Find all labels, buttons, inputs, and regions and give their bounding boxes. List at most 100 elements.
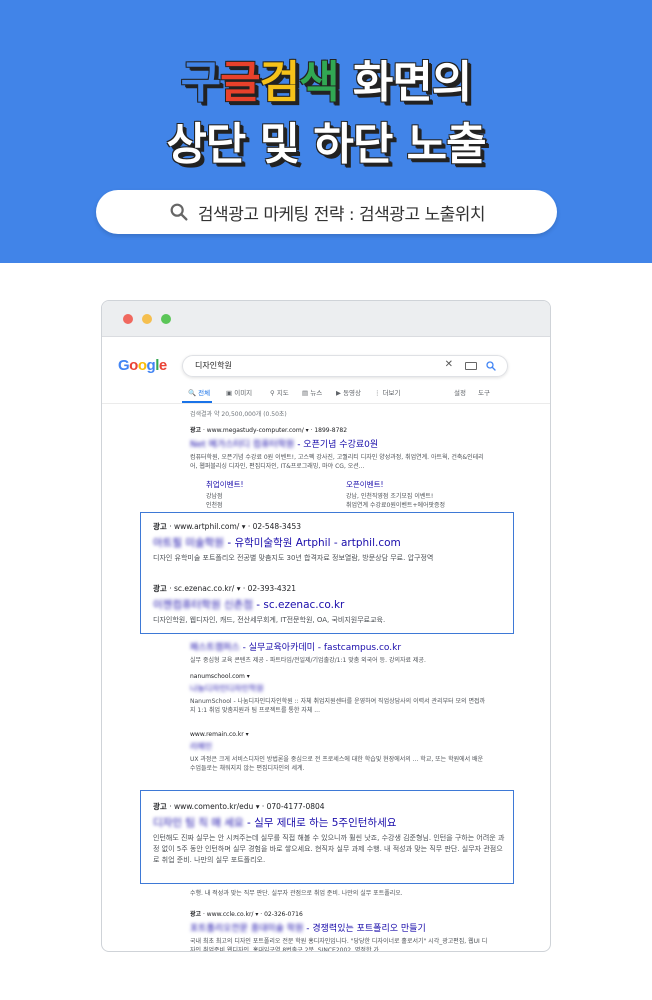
tab-images-label: 이미지 xyxy=(234,389,253,397)
hero-title-char-geul: 글 xyxy=(220,57,260,108)
sitelink-title: 취업이벤트! xyxy=(206,480,244,489)
hero-banner: 구글검색 화면의 상단 및 하단 노출 검색광고 마케팅 전략 : 검색광고 노… xyxy=(0,0,652,263)
ad-url-line: 광고 · sc.ezenac.co.kr/ ▾ · 02-393-4321 xyxy=(153,584,296,593)
result-url[interactable]: www.remain.co.kr ▾ xyxy=(190,731,490,738)
result-url[interactable]: nanumschool.com ▾ xyxy=(190,673,490,680)
result-title-text: - 실무교육아카데미 - fastcampus.co.kr xyxy=(242,643,402,653)
search-result-ad-ccle: 광고 · www.ccle.co.kr/ ▾ · 02-326-0716 포트폴… xyxy=(190,909,490,952)
result-title-text: - 유학미술학원 Artphil - artphil.com xyxy=(227,537,401,549)
search-icon[interactable] xyxy=(485,360,497,372)
ad-url[interactable]: www.ccle.co.kr/ xyxy=(207,911,254,918)
tab-more[interactable]: ⋮ 더보기 xyxy=(374,387,401,397)
search-icon xyxy=(170,203,188,221)
result-description: 수행. 내 적성과 맞는 직무 판단. 실무자 관점으로 취업 준비. 나만의 … xyxy=(190,890,403,897)
result-title-text: - 경쟁력있는 포트폴리오 만들기 xyxy=(306,924,426,934)
result-title[interactable]: 포트폴리오전문 홍대미술 학원 - 경쟁력있는 포트폴리오 만들기 xyxy=(190,921,490,934)
ad-url-line: 광고 · www.artphil.com/ ▾ · 02-548-3453 xyxy=(153,522,301,531)
result-title-blurred: 포트폴리오전문 홍대미술 학원 xyxy=(190,924,304,934)
tab-videos[interactable]: ▶ 동영상 xyxy=(336,387,361,397)
search-result-overflow-line: 수행. 내 적성과 맞는 직무 판단. 실무자 관점으로 취업 준비. 나만의 … xyxy=(190,886,490,898)
browser-title-bar xyxy=(102,301,550,337)
ad-phone[interactable]: 02-548-3453 xyxy=(253,522,301,531)
ad-url-line: 광고 · www.ccle.co.kr/ ▾ · 02-326-0716 xyxy=(190,911,303,918)
google-logo-letter: G xyxy=(118,357,130,374)
result-title[interactable]: 이젠컴퓨터학원 신촌점 - sc.ezenac.co.kr xyxy=(153,597,509,612)
result-title[interactable]: 나눔디자인디자인학원 xyxy=(190,683,490,694)
tab-maps-label: 지도 xyxy=(276,389,289,397)
tab-all[interactable]: 🔍 전체 xyxy=(188,387,210,397)
ad-url[interactable]: www.comento.kr/edu xyxy=(174,802,253,811)
hero-title-rest: 화면의 xyxy=(338,57,472,108)
result-title-blurred: Net 메가스터디 컴퓨터학원 xyxy=(190,440,295,450)
ad-phone[interactable]: 02-326-0716 xyxy=(264,911,303,918)
result-description: 실무 중심형 교육 콘텐츠 제공 - 파트타임/전일제/기업출강/1:1 맞춤 … xyxy=(190,657,426,664)
tab-maps[interactable]: ⚲ 지도 xyxy=(270,387,289,397)
hero-search-text: 검색광고 마케팅 전략 : 검색광고 노출위치 xyxy=(197,204,486,225)
sitelink-job-event[interactable]: 취업이벤트! 강남점 인천점 xyxy=(206,479,356,510)
result-title-blurred: 이젠컴퓨터학원 신촌점 xyxy=(153,599,253,611)
tab-images[interactable]: ▣ 이미지 xyxy=(226,387,252,397)
google-logo[interactable]: Google xyxy=(118,357,167,374)
tab-tools[interactable]: 도구 xyxy=(478,387,490,397)
result-title-blurred: 나눔디자인디자인학원 xyxy=(190,684,264,693)
result-title[interactable]: 아트필 미술학원 - 유학미술학원 Artphil - artphil.com xyxy=(153,535,509,550)
result-title-blurred: 아트필 미술학원 xyxy=(153,537,224,549)
hero-title-char-geom: 검 xyxy=(259,57,300,108)
google-logo-letter: o xyxy=(137,357,147,374)
keyboard-icon[interactable] xyxy=(465,362,477,370)
ad-label: 광고 xyxy=(153,584,167,593)
ad-label: 광고 xyxy=(153,802,167,811)
result-stats: 검색결과 약 20,500,000개 (0.50초) xyxy=(190,411,287,418)
ad-phone[interactable]: 02-393-4321 xyxy=(248,584,296,593)
maximize-window-dot[interactable] xyxy=(161,314,171,324)
browser-window: Google 디자인학원 ✕ 🔍 전체 ▣ 이미지 ⚲ 지도 ▤ 뉴스 ▶ 동영… xyxy=(101,300,551,952)
result-description: 디자인학원, 웹디자인, 캐드, 전산세무회계, IT전문학원, OA, 국비지… xyxy=(153,616,386,624)
ad-phone[interactable]: 070-4177-0804 xyxy=(267,802,325,811)
clear-icon[interactable]: ✕ xyxy=(445,359,453,370)
hero-title-line1: 구글검색 화면의 xyxy=(0,46,652,110)
tab-settings[interactable]: 설정 xyxy=(454,387,466,397)
sitelink-line: 강남, 인천직영점 조기모집 이벤트! xyxy=(346,493,434,500)
search-result-ad-artphil: 광고 · www.artphil.com/ ▾ · 02-548-3453 아트… xyxy=(153,521,509,564)
highlight-box-top-ads: 광고 · www.artphil.com/ ▾ · 02-548-3453 아트… xyxy=(140,512,514,634)
result-title[interactable]: 패스트캠퍼스 - 실무교육아카데미 - fastcampus.co.kr xyxy=(190,640,490,653)
ad-url[interactable]: sc.ezenac.co.kr/ xyxy=(174,584,234,593)
ad-url[interactable]: www.artphil.com/ xyxy=(174,522,239,531)
result-title[interactable]: 디자인 팀 직 매 세요 - 실무 제대로 하는 5주인턴하세요 xyxy=(153,815,509,830)
hero-title-char-gu: 구 xyxy=(180,57,221,108)
result-title-text: - sc.ezenac.co.kr xyxy=(256,599,345,611)
ad-label: 광고 xyxy=(153,522,167,531)
search-result-nanumschool: nanumschool.com ▾ 나눔디자인디자인학원 NanumSchool… xyxy=(190,673,490,715)
search-result-ad-comento: 광고 · www.comento.kr/edu ▾ · 070-4177-080… xyxy=(153,801,509,866)
ad-url[interactable]: www.megastudy-computer.com/ xyxy=(207,427,304,434)
ad-phone[interactable]: 1899-8782 xyxy=(314,427,347,434)
tab-news[interactable]: ▤ 뉴스 xyxy=(302,387,322,397)
hero-title-char-saek: 색 xyxy=(299,57,339,108)
result-title[interactable]: 리메인 xyxy=(190,741,490,752)
search-result-ad-ezenac: 광고 · sc.ezenac.co.kr/ ▾ · 02-393-4321 이젠… xyxy=(153,583,509,626)
ad-label: 광고 xyxy=(190,427,202,434)
sitelink-line: 강남점 xyxy=(206,493,223,500)
result-url-text: nanumschool.com xyxy=(190,673,245,680)
tab-videos-label: 동영상 xyxy=(343,389,362,397)
tab-all-label: 전체 xyxy=(198,389,211,397)
sitelink-title: 오픈이벤트! xyxy=(346,480,384,489)
sitelink-open-event[interactable]: 오픈이벤트! 강남, 인천직영점 조기모집 이벤트! 취업연계 수강료0원이벤트… xyxy=(346,479,496,510)
search-result-ad-megastudy: 광고 · www.megastudy-computer.com/ ▾ · 189… xyxy=(190,425,490,471)
hero-title-line2: 상단 및 하단 노출 xyxy=(166,119,486,170)
result-title[interactable]: Net 메가스터디 컴퓨터학원 - 오픈기념 수강료0원 xyxy=(190,437,490,450)
google-logo-letter: g xyxy=(146,357,156,374)
close-window-dot[interactable] xyxy=(123,314,133,324)
highlight-box-bottom-ad: 광고 · www.comento.kr/edu ▾ · 070-4177-080… xyxy=(140,790,514,884)
minimize-window-dot[interactable] xyxy=(142,314,152,324)
sitelink-line: 인천점 xyxy=(206,502,223,509)
result-description: 국내 최초 최고의 디자인 포트폴리오 전문 학원 홍디자인입니다. "당당한 … xyxy=(190,938,488,952)
result-title-blurred: 디자인 팀 직 매 세요 xyxy=(153,817,244,829)
tabs-divider xyxy=(102,403,550,404)
result-title-blurred: 패스트캠퍼스 xyxy=(190,643,240,653)
search-result-remain: www.remain.co.kr ▾ 리메인 UX 과정은 크게 서비스디자인 … xyxy=(190,731,490,773)
result-description: 컴퓨터학원, 오픈기념 수강료 0원 이벤트!, 고스펙 강사진, 고퀄리티 디… xyxy=(190,454,484,470)
ad-url-line: 광고 · www.comento.kr/edu ▾ · 070-4177-080… xyxy=(153,802,325,811)
result-url-text: www.remain.co.kr xyxy=(190,731,244,738)
google-search-input[interactable]: 디자인학원 ✕ xyxy=(182,355,508,377)
